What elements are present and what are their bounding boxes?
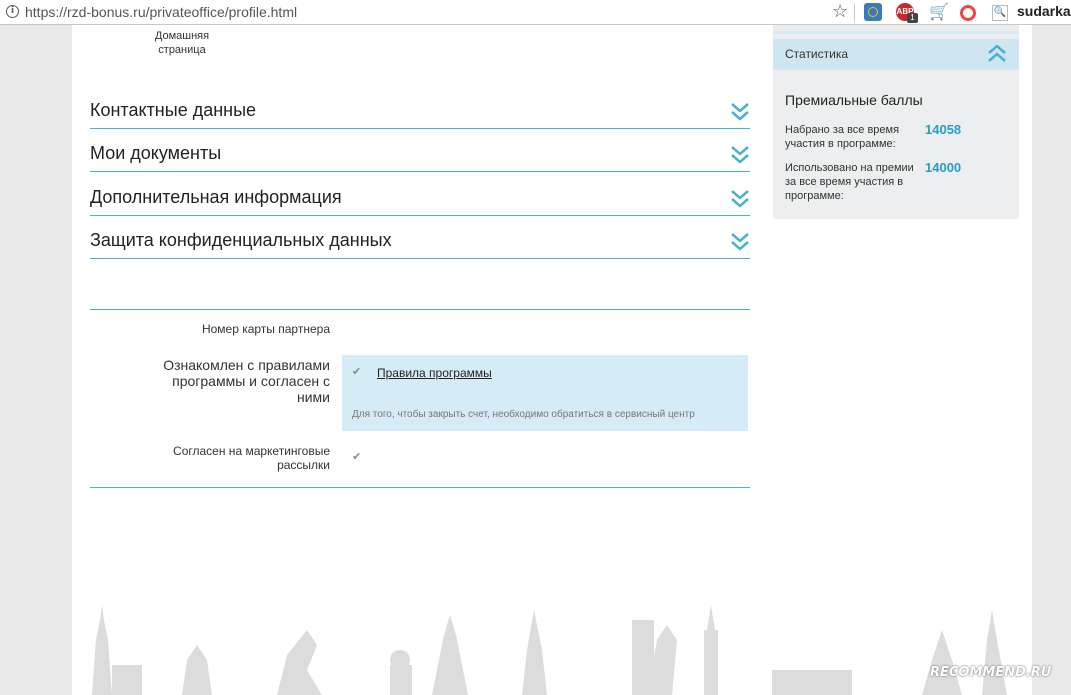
address-bar[interactable]: i https://rzd-bonus.ru/privateoffice/pro…	[0, 0, 1071, 25]
extension-icon[interactable]	[864, 3, 882, 21]
statistics-header[interactable]: Статистика	[773, 39, 1019, 70]
premium-points-title: Премиальные баллы	[785, 92, 923, 108]
statistics-title: Статистика	[785, 47, 849, 61]
earned-value: 14058	[925, 122, 962, 137]
section-contact-data[interactable]: Контактные данные	[90, 86, 750, 129]
bookmark-star-icon[interactable]: ☆	[832, 1, 848, 22]
cart-icon[interactable]: 🛒	[929, 3, 949, 21]
section-additional-info[interactable]: Дополнительная информация	[90, 173, 750, 216]
chevron-down-icon[interactable]	[730, 231, 750, 253]
rules-checkbox[interactable]: ✔	[352, 366, 363, 377]
chevron-up-icon[interactable]	[987, 45, 1007, 63]
search-icon[interactable]: 🔍	[992, 5, 1008, 21]
toolbar-separator	[854, 3, 855, 22]
page-content: Домашняя страница Контактные данные Мои …	[72, 25, 1032, 695]
rules-agreement-box: ✔ Правила программы Для того, чтобы закр…	[342, 355, 748, 431]
spent-label: Использовано на премии за все время учас…	[785, 162, 914, 202]
close-account-note: Для того, чтобы закрыть счет, необходимо…	[352, 409, 695, 420]
section-privacy-protection[interactable]: Защита конфиденциальных данных	[90, 216, 750, 259]
section-title: Контактные данные	[90, 100, 257, 120]
chevron-down-icon[interactable]	[730, 144, 750, 166]
watermark-text: RECOMMEND.RU	[930, 665, 1052, 680]
form-divider-bottom	[90, 487, 750, 488]
chevron-down-icon[interactable]	[730, 188, 750, 210]
rules-agreement-label: Ознакомлен с правилами программы и согла…	[163, 357, 330, 405]
earned-label: Набрано за все время участия в программе…	[785, 124, 900, 150]
section-title: Мои документы	[90, 143, 222, 163]
marketing-consent-label: Согласен на маркетинговые рассылки	[173, 444, 330, 472]
section-title: Дополнительная информация	[90, 187, 342, 207]
chevron-down-icon[interactable]	[730, 101, 750, 123]
url-text[interactable]: https://rzd-bonus.ru/privateoffice/profi…	[25, 4, 297, 20]
section-title: Защита конфиденциальных данных	[90, 230, 392, 250]
city-skyline-illustration	[92, 605, 1007, 695]
browser-user-name[interactable]: sudarka	[1017, 3, 1071, 19]
section-my-documents[interactable]: Мои документы	[90, 129, 750, 172]
partner-card-label: Номер карты партнера	[201, 322, 330, 336]
target-icon[interactable]	[960, 5, 976, 21]
spent-value: 14000	[925, 160, 962, 175]
info-icon[interactable]: i	[6, 5, 19, 18]
adblock-badge: 1	[907, 13, 918, 23]
rules-link[interactable]: Правила программы	[377, 366, 492, 380]
form-divider-top	[90, 309, 750, 310]
marketing-checkbox[interactable]: ✔	[352, 451, 363, 462]
statistics-panel: Статистика Премиальные баллы Набрано за …	[773, 25, 1019, 219]
panel-top-line	[773, 31, 1019, 34]
home-page-link[interactable]: Домашняя страница	[147, 29, 217, 57]
